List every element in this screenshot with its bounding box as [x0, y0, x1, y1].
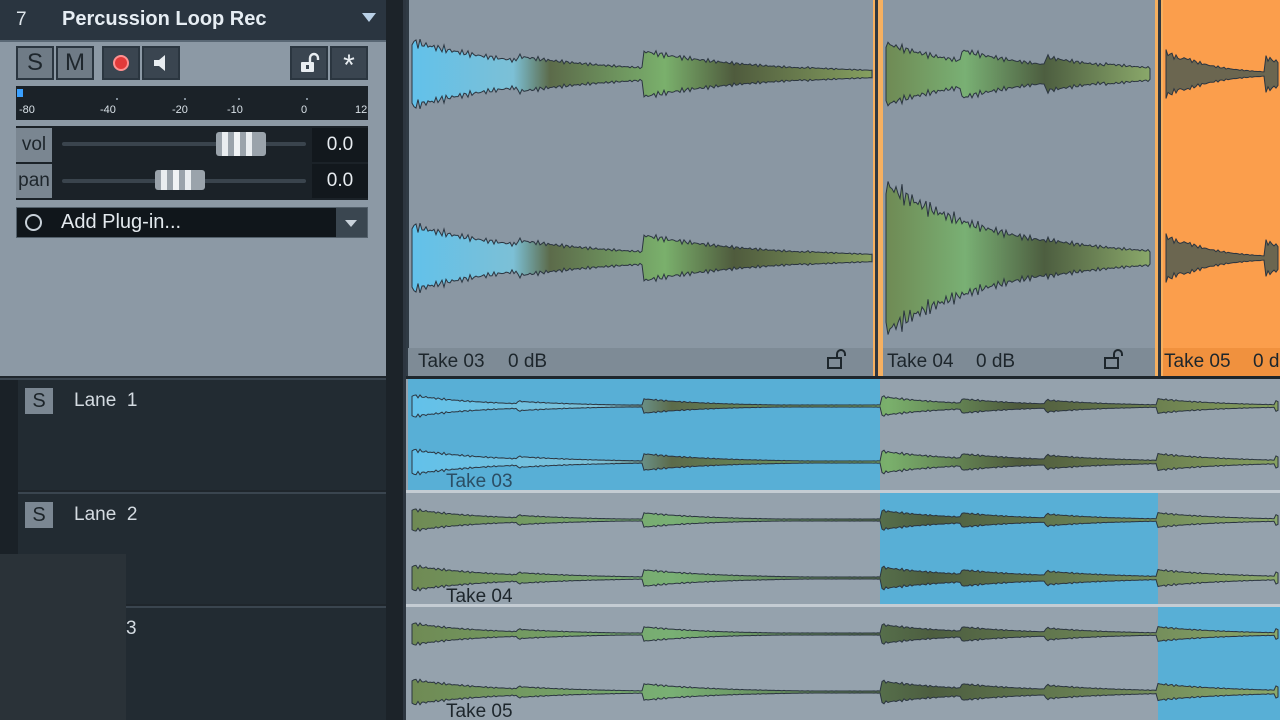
meter-level-indicator	[17, 89, 23, 97]
track-lock-button[interactable]	[290, 46, 328, 80]
monitor-button[interactable]	[142, 46, 180, 80]
take-name-label: Take 05	[1164, 351, 1231, 372]
take-name-label: Take 04	[887, 351, 954, 372]
volume-fader-track[interactable]	[62, 142, 306, 146]
speaker-icon	[154, 55, 165, 71]
meter-tick-mark	[184, 98, 186, 100]
lane-separator	[406, 376, 1280, 379]
lane-edge	[0, 380, 18, 494]
volume-value[interactable]: 0.0	[312, 128, 368, 162]
track-menu-chevron-icon[interactable]	[362, 13, 376, 22]
pan-value[interactable]: 0.0	[312, 164, 368, 198]
track-name[interactable]: Percussion Loop Rec	[62, 8, 267, 31]
take-gain-label: 0 dB	[976, 351, 1015, 372]
level-meter	[16, 86, 368, 120]
lane-solo-button[interactable]: S	[25, 502, 53, 528]
clip-edge	[1158, 0, 1161, 376]
meter-tick-label: 12	[355, 104, 368, 116]
meter-tick-label: 0	[301, 104, 308, 116]
record-icon	[113, 55, 129, 71]
lane-label: Lane 1	[74, 390, 138, 411]
dropdown-arrow-icon[interactable]	[336, 208, 367, 237]
plugin-power-icon	[25, 214, 42, 231]
meter-tick-label: -20	[172, 104, 188, 116]
overlay-artifact	[0, 554, 126, 720]
arrangement-view[interactable]: Take 03 0 dB Take 04 0 dB Take 05 0 d Ta…	[406, 0, 1280, 720]
take-gain-label: 0 dB	[508, 351, 547, 372]
track-header: 7 Percussion Loop Rec S M * -80 -40 -20 …	[0, 0, 386, 376]
lane-separator	[406, 490, 1280, 493]
pan-fader-handle[interactable]	[155, 170, 205, 190]
lane-separator	[406, 604, 1280, 607]
volume-label: vol	[16, 128, 52, 162]
meter-tick-label: -80	[19, 104, 35, 116]
clip-edge	[406, 0, 409, 376]
mute-button[interactable]: M	[56, 46, 94, 80]
lane-number: 3	[126, 618, 137, 639]
meter-tick-mark	[238, 98, 240, 100]
take-gain-label: 0 d	[1253, 351, 1279, 372]
lane-solo-button[interactable]: S	[25, 388, 53, 414]
meter-tick-mark	[306, 98, 308, 100]
record-arm-button[interactable]	[102, 46, 140, 80]
lane-header-1[interactable]: S Lane 1	[0, 378, 386, 490]
volume-fader-handle[interactable]	[216, 132, 266, 156]
add-plugin-dropdown[interactable]: Add Plug-in...	[16, 207, 368, 238]
meter-tick-label: -40	[100, 104, 116, 116]
favorite-button[interactable]: *	[330, 46, 368, 82]
add-plugin-label: Add Plug-in...	[61, 211, 182, 233]
lane-take-label: Take 03	[446, 471, 513, 492]
meter-tick-mark	[116, 98, 118, 100]
lane-label: Lane 2	[74, 504, 138, 525]
lane-take-label: Take 04	[446, 586, 513, 607]
lock-open-icon	[301, 52, 320, 72]
lane-2-selected-segment[interactable]	[880, 493, 1158, 604]
solo-button[interactable]: S	[16, 46, 54, 80]
take-name-label: Take 03	[418, 351, 485, 372]
clip-edge	[875, 0, 878, 376]
track-number: 7	[16, 9, 27, 30]
meter-tick-label: -10	[227, 104, 243, 116]
pan-label: pan	[16, 164, 52, 198]
track-title-bar[interactable]: 7 Percussion Loop Rec	[0, 0, 386, 42]
lane-take-label: Take 05	[446, 701, 513, 720]
lane-3-selected-segment[interactable]	[1158, 607, 1280, 720]
clip-take-05[interactable]	[1163, 0, 1280, 376]
